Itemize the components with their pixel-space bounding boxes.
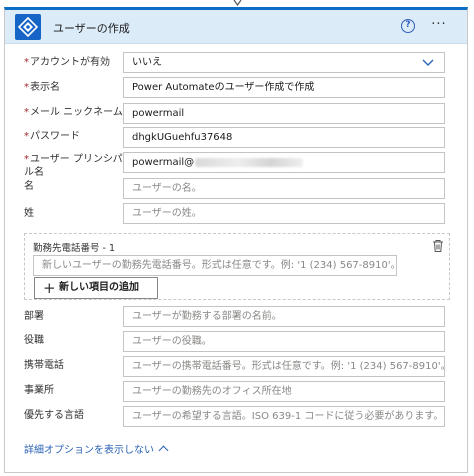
display-name-input[interactable]: Power Automateのユーザー作成で作成 <box>123 77 445 98</box>
department-label: 部署 <box>24 311 44 322</box>
surname-input[interactable]: ユーザーの姓。 <box>123 203 445 224</box>
plus-icon: + <box>43 279 56 297</box>
mobile-phone-label: 携帯電話 <box>24 360 64 371</box>
upn-value: powermail@ <box>132 157 195 168</box>
hide-advanced-options-link[interactable]: 詳細オプションを表示しない <box>24 441 169 456</box>
given-name-label: 名 <box>24 181 34 192</box>
business-phone-input[interactable]: 新しいユーザーの勤務先電話番号。形式は任意です。例: '1 (234) 567-… <box>33 255 397 276</box>
redacted-domain <box>195 157 304 167</box>
chevron-up-icon <box>158 445 169 456</box>
delete-icon[interactable] <box>431 239 445 253</box>
mail-nickname-label: *メール ニックネーム <box>24 106 123 119</box>
create-user-action-card: ユーザーの作成 ? ··· *アカウントが有効 いいえ *表示名 Power A… <box>4 7 468 473</box>
connector-arrow-icon <box>233 0 242 6</box>
display-name-label-text: 表示名 <box>30 82 60 93</box>
office-label: 事業所 <box>24 385 54 396</box>
given-name-input[interactable]: ユーザーの名。 <box>123 178 445 199</box>
account-enabled-dropdown[interactable]: いいえ <box>123 52 445 73</box>
help-icon[interactable]: ? <box>401 19 415 33</box>
account-enabled-label-text: アカウントが有効 <box>30 57 110 68</box>
mobile-phone-input[interactable]: ユーザーの携帯電話番号。形式は任意です。例: '1 (234) 567-8910… <box>123 356 445 377</box>
password-label: *パスワード <box>24 130 80 143</box>
required-mark: * <box>24 107 29 118</box>
preferred-language-label: 優先する言語 <box>24 410 84 421</box>
upn-input[interactable]: powermail@ <box>123 152 445 173</box>
required-mark: * <box>24 57 29 68</box>
upn-label-line2: ル名 <box>24 167 44 178</box>
mail-nickname-input[interactable]: powermail <box>123 103 445 124</box>
department-input[interactable]: ユーザーが勤務する部署の名前。 <box>123 306 445 327</box>
chevron-down-icon <box>422 59 434 66</box>
upn-label: *ユーザー プリンシパル名 <box>24 153 123 179</box>
surname-label: 姓 <box>24 208 34 219</box>
card-header[interactable]: ユーザーの作成 ? ··· <box>5 10 467 44</box>
more-options-icon[interactable]: ··· <box>429 17 449 33</box>
job-title-input[interactable]: ユーザーの役職。 <box>123 331 445 352</box>
preferred-language-input[interactable]: ユーザーの希望する言語。ISO 639-1 コードに従う必要があります。例: '… <box>123 406 445 427</box>
password-label-text: パスワード <box>30 131 80 142</box>
add-new-item-button[interactable]: + 新しい項目の追加 <box>34 277 158 299</box>
advanced-options-label: 詳細オプションを表示しない <box>24 445 154 456</box>
account-enabled-label: *アカウントが有効 <box>24 56 110 69</box>
page-title: ユーザーの作成 <box>53 22 130 35</box>
required-mark: * <box>24 82 29 93</box>
add-new-item-label: 新しい項目の追加 <box>59 282 139 293</box>
mail-nickname-label-text: メール ニックネーム <box>30 107 123 118</box>
required-mark: * <box>24 131 29 142</box>
display-name-label: *表示名 <box>24 81 60 94</box>
password-input[interactable]: dhgkUGuehfu37648 <box>123 127 445 148</box>
job-title-label: 役職 <box>24 335 44 346</box>
account-enabled-value: いいえ <box>132 57 162 68</box>
azure-ad-icon <box>15 14 41 40</box>
business-phone-label: 勤務先電話番号 - 1 <box>33 243 116 254</box>
required-mark: * <box>24 154 29 165</box>
office-input[interactable]: ユーザーの勤務先のオフィス所在地 <box>123 381 445 402</box>
upn-label-line1: ユーザー プリンシパ <box>30 154 123 165</box>
